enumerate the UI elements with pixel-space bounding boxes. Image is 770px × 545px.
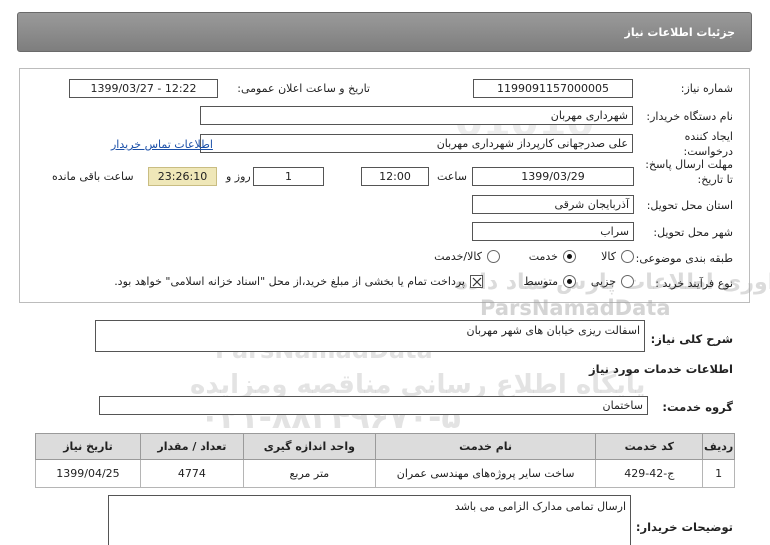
service-group-label: گروه خدمت: xyxy=(662,400,733,414)
cell-row: 1 xyxy=(702,459,735,488)
deadline-date-field: 1399/03/29 xyxy=(472,167,634,186)
category-option-service[interactable]: خدمت xyxy=(529,250,576,263)
service-group-field: ساختمان xyxy=(99,396,648,415)
radio-both[interactable] xyxy=(487,250,500,263)
province-field: آذربایجان شرقی xyxy=(472,195,634,214)
process-option-medium[interactable]: متوسط xyxy=(523,275,576,288)
table-row: 1 ج-42-429 ساخت سایر پروژه‌های مهندسی عم… xyxy=(35,459,735,488)
process-label: نوع فرآیند خرید : xyxy=(655,277,733,290)
announce-label: تاریخ و ساعت اعلان عمومی: xyxy=(237,82,370,95)
buyer-notes-text: ارسال تمامی مدارک الزامی می باشد xyxy=(454,500,626,513)
need-number-field: 1199091157000005 xyxy=(473,79,633,98)
cell-unit: متر مربع xyxy=(242,459,376,488)
table-header-row: ردیف کد خدمت نام خدمت واحد اندازه گیری ت… xyxy=(35,433,735,460)
page-title: جزئیات اطلاعات نیاز xyxy=(624,26,736,39)
category-label: طبقه بندی موضوعی: xyxy=(635,252,733,265)
category-option-goods[interactable]: کالا xyxy=(601,250,634,263)
cell-qty: 4774 xyxy=(139,459,244,488)
col-unit: واحد اندازه گیری xyxy=(242,433,376,460)
remaining-label: ساعت باقی مانده xyxy=(52,170,134,183)
days-label: روز و xyxy=(226,170,251,183)
page-header: جزئیات اطلاعات نیاز xyxy=(17,12,752,52)
col-code: کد خدمت xyxy=(595,433,704,460)
deadline-time-field: 12:00 xyxy=(361,167,429,186)
creator-field: علی صدرجهانی کارپرداز شهرداری مهربان xyxy=(200,134,633,153)
radio-medium[interactable] xyxy=(563,275,576,288)
process-option-partial-label: جزیی xyxy=(590,275,616,288)
creator-label: ایجاد کننده درخواست: xyxy=(683,130,733,158)
services-table-wrap: ردیف کد خدمت نام خدمت واحد اندازه گیری ت… xyxy=(35,433,735,488)
deadline-label: مهلت ارسال پاسخ: تا تاریخ: xyxy=(645,158,733,186)
description-text: اسفالت ریزی خیابان های شهر مهربان xyxy=(466,324,640,337)
city-field: سراب xyxy=(472,222,634,241)
cell-code: ج-42-429 xyxy=(595,459,704,488)
category-option-both[interactable]: کالا/خدمت xyxy=(434,250,500,263)
checkbox-x-icon xyxy=(472,277,482,287)
col-row: ردیف xyxy=(702,433,735,460)
category-option-goods-label: کالا xyxy=(601,250,616,263)
payment-note: پرداخت تمام یا بخشی از مبلغ خرید،از محل … xyxy=(114,275,465,288)
province-label: استان محل تحویل: xyxy=(646,199,733,212)
description-label: شرح کلی نیاز: xyxy=(650,332,733,346)
services-table: ردیف کد خدمت نام خدمت واحد اندازه گیری ت… xyxy=(35,433,735,488)
buyer-org-field: شهرداری مهربان xyxy=(200,106,633,125)
process-option-medium-label: متوسط xyxy=(523,275,558,288)
time-label: ساعت xyxy=(437,170,467,183)
col-qty: تعداد / مقدار xyxy=(139,433,244,460)
announce-field: 1399/03/27 - 12:22 xyxy=(69,79,218,98)
radio-partial[interactable] xyxy=(621,275,634,288)
cell-name: ساخت سایر پروژه‌های مهندسی عمران xyxy=(374,459,597,488)
radio-service[interactable] xyxy=(563,250,576,263)
city-label: شهر محل تحویل: xyxy=(653,226,733,239)
col-name: نام خدمت xyxy=(374,433,597,460)
services-section-title: اطلاعات خدمات مورد نیاز xyxy=(589,362,733,376)
category-option-service-label: خدمت xyxy=(528,250,558,263)
radio-goods[interactable] xyxy=(621,250,634,263)
need-number-label: شماره نیاز: xyxy=(680,82,733,95)
payment-treasury-option[interactable]: پرداخت تمام یا بخشی از مبلغ خرید،از محل … xyxy=(114,275,483,288)
category-option-both-label: کالا/خدمت xyxy=(434,250,482,263)
buyer-notes-label: توضیحات خریدار: xyxy=(635,520,733,534)
buyer-contact-link[interactable]: اطلاعات تماس خریدار xyxy=(111,138,213,151)
cell-date: 1399/04/25 xyxy=(35,459,141,488)
payment-checkbox[interactable] xyxy=(470,275,483,288)
days-field: 1 xyxy=(253,167,324,186)
remaining-timer: 23:26:10 xyxy=(148,167,217,186)
buyer-notes-field: ارسال تمامی مدارک الزامی می باشد xyxy=(108,495,631,545)
description-field: اسفالت ریزی خیابان های شهر مهربان xyxy=(95,320,645,352)
buyer-org-label: نام دستگاه خریدار: xyxy=(646,110,733,123)
col-date: تاریخ نیاز xyxy=(35,433,141,460)
process-option-partial[interactable]: جزیی xyxy=(591,275,634,288)
